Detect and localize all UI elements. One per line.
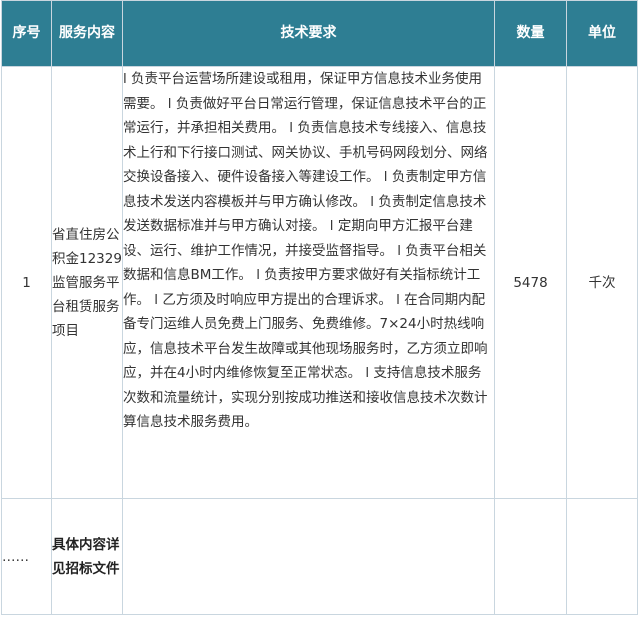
cell-service-content: 省直住房公积金12329监管服务平台租赁服务项目 (51, 66, 123, 499)
cell-unit (566, 498, 638, 615)
table-row: 1 省直住房公积金12329监管服务平台租赁服务项目 l 负责平台运营场所建设或… (1, 66, 638, 499)
header-service-content: 服务内容 (51, 0, 123, 67)
cell-technical-requirements: l 负责平台运营场所建设或租用，保证甲方信息技术业务使用需要。 l 负责做好平台… (122, 66, 495, 499)
header-quantity: 数量 (494, 0, 567, 67)
header-seq: 序号 (1, 0, 52, 67)
header-unit: 单位 (566, 0, 638, 67)
header-technical-requirements: 技术要求 (122, 0, 495, 67)
cell-seq: 1 (1, 66, 52, 499)
header-row: 序号 服务内容 技术要求 数量 单位 (1, 0, 638, 67)
table-row: …… 具体内容详见招标文件 (1, 498, 638, 615)
cell-quantity (494, 498, 567, 615)
cell-quantity: 5478 (494, 66, 567, 499)
cell-unit: 千次 (566, 66, 638, 499)
requirements-table: 序号 服务内容 技术要求 数量 单位 1 省直住房公积金12329监管服务平台租… (1, 0, 638, 615)
cell-seq: …… (1, 498, 52, 615)
cell-technical-requirements (122, 498, 495, 615)
cell-service-content: 具体内容详见招标文件 (51, 498, 123, 615)
